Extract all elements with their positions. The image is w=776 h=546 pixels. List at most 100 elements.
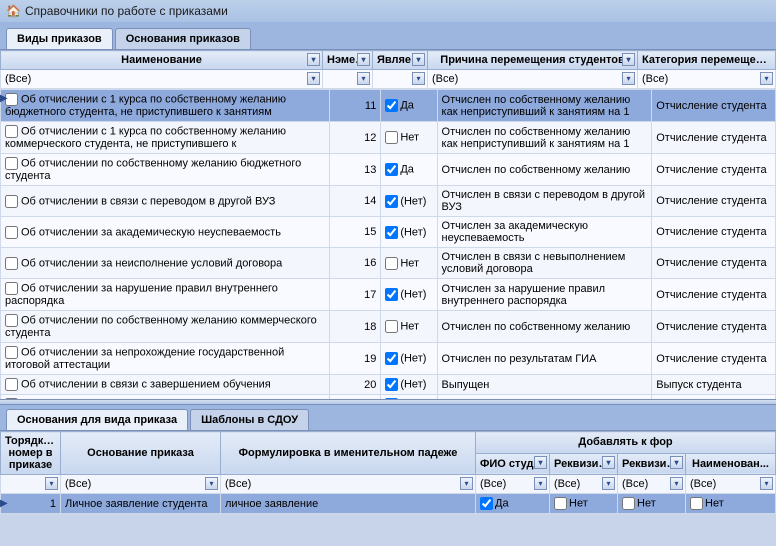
cell-reason[interactable]: Отчислен за академическую неуспеваемость: [437, 217, 652, 248]
top-grid-body[interactable]: ▶Об отчислении с 1 курса по собственному…: [0, 89, 776, 399]
cell-name[interactable]: Об отчислении за неисполнение условий до…: [1, 248, 330, 279]
row-checkbox[interactable]: [5, 314, 18, 327]
cell-name[interactable]: Об отчислении по собственному желанию ко…: [1, 311, 330, 343]
cell-reason[interactable]: Отчислен в связи с невыполнением условий…: [437, 248, 652, 279]
cell-cat[interactable]: Отчисление студента: [652, 154, 776, 186]
cell-num[interactable]: 15: [330, 217, 381, 248]
filter-is[interactable]: ▾: [373, 70, 428, 89]
dropdown-icon[interactable]: ▾: [602, 477, 615, 490]
cell-fio[interactable]: Да: [476, 494, 550, 514]
table-row[interactable]: Об отчислении за непрохождение государст…: [1, 343, 776, 375]
dropdown-icon[interactable]: ▾: [760, 477, 773, 490]
dropdown-icon[interactable]: ▾: [205, 477, 218, 490]
cell-num[interactable]: 20: [330, 375, 381, 395]
bfilter-seq[interactable]: ▾: [1, 475, 61, 494]
table-row[interactable]: Об отчислении по собственному желанию ко…: [1, 311, 776, 343]
sort-icon[interactable]: ▾: [357, 53, 370, 66]
bfilter-naim[interactable]: (Все)▾: [686, 475, 776, 494]
cell-is[interactable]: (Нет): [381, 343, 437, 375]
cell-name[interactable]: Об отчислении в связи с завершением обуч…: [1, 375, 330, 395]
cell-cat[interactable]: Отчисление студента: [652, 343, 776, 375]
col-name[interactable]: Наименование▾: [1, 51, 323, 70]
cell-cat[interactable]: Выпуск студента: [652, 375, 776, 395]
dropdown-icon[interactable]: ▾: [357, 72, 370, 85]
check-naim[interactable]: [690, 497, 703, 510]
table-row[interactable]: Об отчислении по собственному желанию бю…: [1, 154, 776, 186]
table-row[interactable]: Об отчислении с 1 курса по собственному …: [1, 122, 776, 154]
cell-form[interactable]: личное заявление: [221, 494, 476, 514]
is-checkbox[interactable]: [385, 131, 398, 144]
col-rek2[interactable]: Реквизиты ...▾: [618, 453, 686, 475]
cell-name[interactable]: Об отчислении за непрохождение государст…: [1, 343, 330, 375]
check-fio[interactable]: [480, 497, 493, 510]
cell-is[interactable]: (Нет): [381, 186, 437, 217]
cell-is[interactable]: (Нет): [381, 395, 437, 400]
cell-name[interactable]: Об отчислении за академическую неуспевае…: [1, 217, 330, 248]
col-addto[interactable]: Добавлять к фор: [476, 432, 776, 454]
sort-icon[interactable]: ▾: [670, 456, 683, 469]
row-checkbox[interactable]: [5, 378, 18, 391]
table-row[interactable]: Об отчислении в связи со смертью21(Нет)О…: [1, 395, 776, 400]
bfilter-fio[interactable]: (Все)▾: [476, 475, 550, 494]
row-checkbox[interactable]: [5, 257, 18, 270]
cell-reason[interactable]: Отчислен по собственному желанию: [437, 154, 652, 186]
is-checkbox[interactable]: [385, 288, 398, 301]
col-reason[interactable]: Причина перемещения студентов▾: [428, 51, 638, 70]
cell-is[interactable]: Нет: [381, 122, 437, 154]
dropdown-icon[interactable]: ▾: [45, 477, 58, 490]
cell-reason[interactable]: Отчислен по собственному желанию: [437, 311, 652, 343]
table-row[interactable]: Об отчислении за академическую неуспевае…: [1, 217, 776, 248]
tab-bases-for-type[interactable]: Основания для вида приказа: [6, 409, 188, 430]
col-cat[interactable]: Категория перемещения: [638, 51, 776, 70]
cell-num[interactable]: 11: [330, 90, 381, 122]
table-row[interactable]: Об отчислении в связи с завершением обуч…: [1, 375, 776, 395]
col-num[interactable]: Нэмер у...▾: [323, 51, 373, 70]
table-row[interactable]: Об отчислении в связи с переводом в друг…: [1, 186, 776, 217]
col-is[interactable]: Являетс...▾: [373, 51, 428, 70]
cell-rek1[interactable]: Нет: [550, 494, 618, 514]
row-checkbox[interactable]: [5, 195, 18, 208]
cell-cat[interactable]: Отчисление студента: [652, 279, 776, 311]
filter-num[interactable]: ▾: [323, 70, 373, 89]
cell-num[interactable]: 13: [330, 154, 381, 186]
cell-cat[interactable]: Отчисление студента: [652, 186, 776, 217]
cell-is[interactable]: Нет: [381, 311, 437, 343]
cell-is[interactable]: Да: [381, 90, 437, 122]
cell-cat[interactable]: Отчисление студента: [652, 395, 776, 400]
cell-reason[interactable]: Отчислен за нарушение правил внутреннего…: [437, 279, 652, 311]
is-checkbox[interactable]: [385, 378, 398, 391]
cell-num[interactable]: 17: [330, 279, 381, 311]
table-row[interactable]: Об отчислении за неисполнение условий до…: [1, 248, 776, 279]
cell-name[interactable]: Об отчислении в связи с переводом в друг…: [1, 186, 330, 217]
cell-cat[interactable]: Отчисление студента: [652, 217, 776, 248]
col-fio[interactable]: ФИО студен...▾: [476, 453, 550, 475]
sort-icon[interactable]: ▾: [307, 53, 320, 66]
cell-reason[interactable]: Выпущен: [437, 375, 652, 395]
cell-cat[interactable]: Отчисление студента: [652, 90, 776, 122]
row-checkbox[interactable]: [5, 226, 18, 239]
table-row[interactable]: ▶Об отчислении с 1 курса по собственному…: [1, 90, 776, 122]
col-basis[interactable]: Основание приказа: [61, 432, 221, 475]
is-checkbox[interactable]: [385, 320, 398, 333]
cell-name[interactable]: Об отчислении за нарушение правил внутре…: [1, 279, 330, 311]
sort-icon[interactable]: ▾: [602, 456, 615, 469]
is-checkbox[interactable]: [385, 226, 398, 239]
cell-name[interactable]: Об отчислении в связи со смертью: [1, 395, 330, 400]
cell-num[interactable]: 19: [330, 343, 381, 375]
is-checkbox[interactable]: [385, 195, 398, 208]
filter-cat[interactable]: (Все)▾: [638, 70, 776, 89]
bottom-row[interactable]: ▶1 Личное заявление студента личное заяв…: [1, 494, 776, 514]
cell-naim[interactable]: Нет: [686, 494, 776, 514]
col-naim[interactable]: Наименован...: [686, 453, 776, 475]
dropdown-icon[interactable]: ▾: [534, 477, 547, 490]
is-checkbox[interactable]: [385, 352, 398, 365]
tab-order-bases[interactable]: Основания приказов: [115, 28, 251, 49]
is-checkbox[interactable]: [385, 99, 398, 112]
sort-icon[interactable]: ▾: [534, 456, 547, 469]
col-rek1[interactable]: Реквизиты ...▾: [550, 453, 618, 475]
cell-reason[interactable]: Отчислен в связи со смертью: [437, 395, 652, 400]
cell-cat[interactable]: Отчисление студента: [652, 122, 776, 154]
cell-reason[interactable]: Отчислен по собственному желанию как неп…: [437, 122, 652, 154]
col-form[interactable]: Формулировка в именительном падеже: [221, 432, 476, 475]
sort-icon[interactable]: ▾: [622, 53, 635, 66]
